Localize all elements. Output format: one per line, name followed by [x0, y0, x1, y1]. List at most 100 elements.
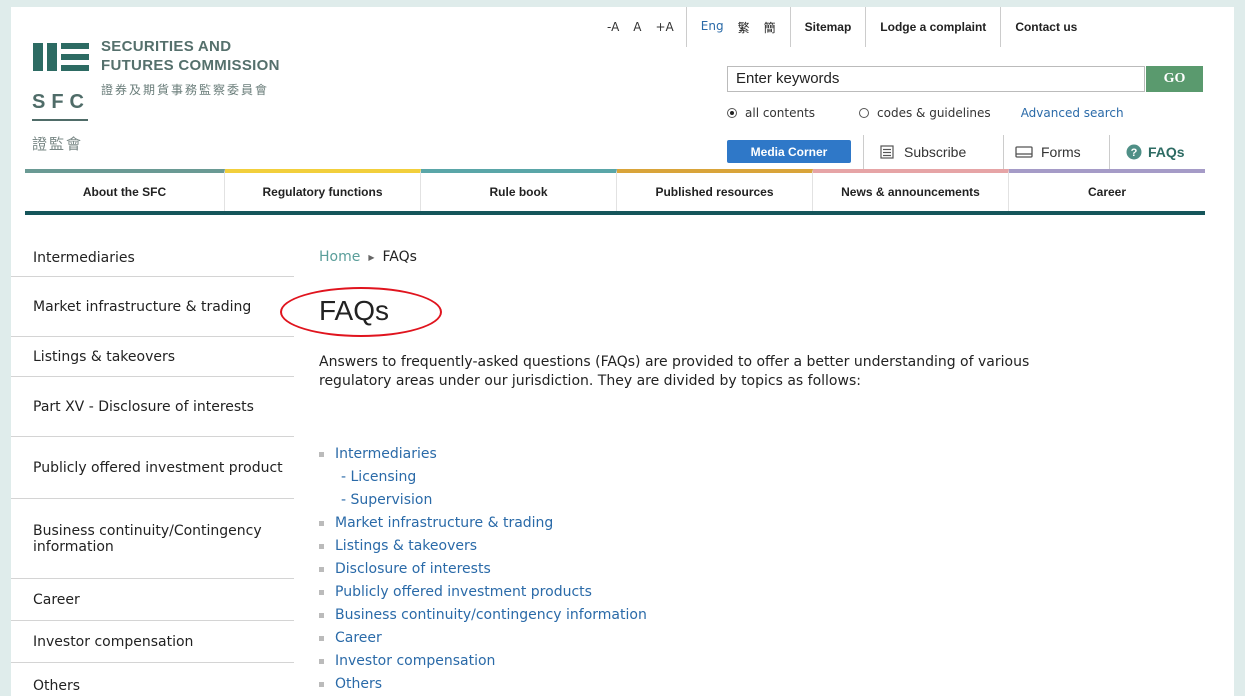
bullet-icon — [319, 544, 324, 549]
page: SECURITIES AND FUTURES COMMISSION 證券及期貨事… — [11, 7, 1234, 696]
bullet-icon — [319, 452, 324, 457]
red-highlight-circle — [280, 287, 442, 337]
sidebar-item-business-continuity[interactable]: Business continuity/Contingency informat… — [11, 499, 294, 579]
topic-label: Intermediaries — [335, 446, 437, 462]
language-switcher: Eng 繁 簡 — [687, 19, 790, 36]
topic-label: Market infrastructure & trading — [335, 515, 554, 531]
nav-label: Regulatory functions — [262, 185, 383, 199]
radio-all-contents[interactable]: all contents — [727, 106, 815, 120]
bullet-icon — [319, 567, 324, 572]
quick-links-divider — [1003, 135, 1004, 169]
lodge-complaint-link[interactable]: Lodge a complaint — [866, 20, 1000, 34]
nav-label: About the SFC — [82, 185, 167, 199]
sfc-logo[interactable]: SECURITIES AND FUTURES COMMISSION 證券及期貨事… — [29, 35, 309, 165]
nav-about-the-sfc[interactable]: About the SFC — [25, 169, 225, 211]
nav-rule-book[interactable]: Rule book — [421, 169, 617, 211]
breadcrumb-home-link[interactable]: Home — [319, 249, 360, 265]
sidebar-item-career[interactable]: Career — [11, 579, 294, 621]
logo-chinese-abbreviation: 證監會 — [32, 135, 84, 153]
topic-listings-takeovers[interactable]: Listings & takeovers — [319, 535, 647, 558]
search-go-button[interactable]: GO — [1146, 66, 1203, 92]
search-input[interactable]: Enter keywords — [727, 66, 1145, 92]
intro-text: Answers to frequently-asked questions (F… — [319, 354, 1030, 389]
topic-supervision[interactable]: - Supervision — [319, 489, 647, 512]
subscribe-link[interactable]: Subscribe — [880, 135, 966, 169]
quick-links-divider — [1109, 135, 1110, 169]
logo-divider — [32, 119, 88, 121]
topic-label: Career — [335, 630, 382, 646]
advanced-search-link[interactable]: Advanced search — [1021, 106, 1124, 120]
nav-career[interactable]: Career — [1009, 169, 1205, 211]
svg-text:?: ? — [1131, 147, 1138, 159]
breadcrumb: Home ▶ FAQs — [319, 249, 417, 265]
sidebar-item-intermediaries[interactable]: Intermediaries — [11, 239, 294, 277]
topic-business-continuity[interactable]: Business continuity/contingency informat… — [319, 604, 647, 627]
forms-label: Forms — [1041, 144, 1081, 160]
sidebar: Intermediaries Market infrastructure & t… — [11, 239, 294, 696]
topic-label: Listings & takeovers — [335, 538, 478, 554]
topic-investor-compensation[interactable]: Investor compensation — [319, 650, 647, 673]
topic-market-infrastructure[interactable]: Market infrastructure & trading — [319, 512, 647, 535]
topic-publicly-offered-products[interactable]: Publicly offered investment products — [319, 581, 647, 604]
logo-chinese-name: 證券及期貨事務監察委員會 — [101, 83, 270, 97]
lang-simplified-chinese-link[interactable]: 簡 — [764, 19, 776, 36]
bullet-icon — [319, 521, 324, 526]
radio-all-contents-label: all contents — [745, 106, 816, 120]
topic-disclosure-of-interests[interactable]: Disclosure of interests — [319, 558, 647, 581]
nav-news-announcements[interactable]: News & announcements — [813, 169, 1009, 211]
topic-label: Others — [335, 676, 383, 692]
bullet-icon — [319, 613, 324, 618]
main-navigation: About the SFC Regulatory functions Rule … — [25, 169, 1205, 215]
topic-label: Business continuity/contingency informat… — [335, 607, 647, 623]
topic-label: Disclosure of interests — [335, 561, 491, 577]
font-smaller-button[interactable]: -A — [607, 20, 619, 34]
topics-list: Intermediaries - Licensing - Supervision… — [319, 443, 647, 696]
nav-regulatory-functions[interactable]: Regulatory functions — [225, 169, 421, 211]
sidebar-item-market-infrastructure[interactable]: Market infrastructure & trading — [11, 277, 294, 337]
nav-label: Published resources — [655, 185, 774, 199]
help-question-icon: ? — [1126, 144, 1142, 160]
sitemap-link[interactable]: Sitemap — [791, 20, 866, 34]
nav-label: Career — [1087, 185, 1127, 199]
sidebar-item-investor-compensation[interactable]: Investor compensation — [11, 621, 294, 663]
nav-label: News & announcements — [841, 185, 980, 199]
lang-traditional-chinese-link[interactable]: 繁 — [738, 19, 750, 36]
logo-abbreviation: SFC — [32, 91, 90, 113]
media-corner-button[interactable]: Media Corner — [727, 140, 851, 163]
topic-intermediaries[interactable]: Intermediaries — [319, 443, 647, 466]
font-normal-button[interactable]: A — [633, 20, 641, 34]
forms-link[interactable]: Forms — [1015, 135, 1081, 169]
font-size-controls: -A A +A — [595, 20, 686, 34]
sfc-logo-mark-icon — [33, 43, 89, 83]
sidebar-item-disclosure-of-interests[interactable]: Part XV - Disclosure of interests — [11, 377, 294, 437]
font-larger-button[interactable]: +A — [656, 20, 674, 34]
subscribe-label: Subscribe — [904, 144, 967, 160]
logo-english-name: SECURITIES AND FUTURES COMMISSION — [101, 38, 280, 74]
bullet-icon — [319, 659, 324, 664]
nav-label: Rule book — [489, 185, 548, 199]
contact-us-link[interactable]: Contact us — [1001, 20, 1091, 34]
subscribe-list-icon — [880, 145, 894, 159]
lang-english-link[interactable]: Eng — [701, 19, 724, 36]
topic-label: Publicly offered investment products — [335, 584, 592, 600]
faqs-link[interactable]: ? FAQs — [1126, 135, 1185, 169]
sidebar-item-publicly-offered-product[interactable]: Publicly offered investment product — [11, 437, 294, 499]
nav-published-resources[interactable]: Published resources — [617, 169, 813, 211]
topic-label: Investor compensation — [335, 653, 496, 669]
topic-licensing[interactable]: - Licensing — [319, 466, 647, 489]
search-scope-options: all contents codes & guidelines Advanced… — [727, 106, 1124, 120]
bullet-icon — [319, 682, 324, 687]
sidebar-item-listings-takeovers[interactable]: Listings & takeovers — [11, 337, 294, 377]
faqs-label: FAQs — [1148, 144, 1185, 160]
topic-career[interactable]: Career — [319, 627, 647, 650]
breadcrumb-arrow-icon: ▶ — [368, 252, 375, 262]
radio-unselected-icon — [859, 108, 870, 118]
topic-others[interactable]: Others — [319, 673, 647, 696]
sidebar-item-others[interactable]: Others — [11, 663, 294, 696]
breadcrumb-current: FAQs — [382, 249, 417, 265]
quick-links-divider — [863, 135, 864, 169]
radio-codes-guidelines[interactable]: codes & guidelines — [859, 106, 991, 120]
utility-bar: -A A +A Eng 繁 簡 Sitemap Lodge a complain… — [595, 7, 1091, 47]
bullet-icon — [319, 590, 324, 595]
bullet-icon — [319, 636, 324, 641]
